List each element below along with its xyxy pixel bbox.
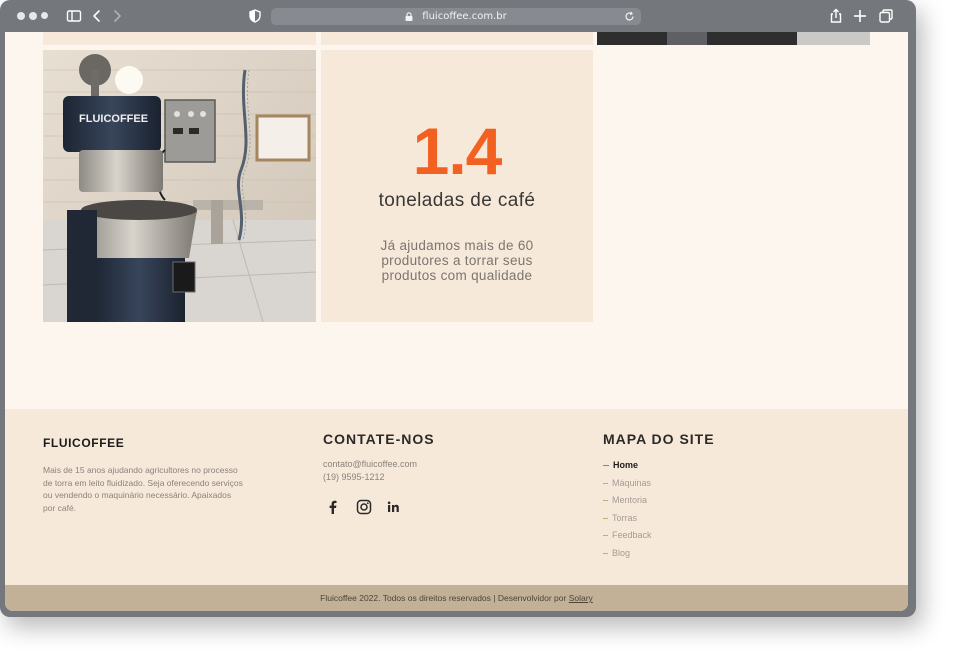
url-text: fluicoffee.com.br <box>422 11 507 22</box>
browser-window: fluicoffee.com.br FLUICOFFEE 1.4 tonelad… <box>0 0 916 617</box>
footer-logo[interactable]: FLUICOFFEE <box>43 436 124 450</box>
instagram-icon[interactable] <box>356 499 372 515</box>
linkedin-icon[interactable] <box>385 499 401 515</box>
copyright-text: Fluicoffee 2022. Todos os direitos reser… <box>320 593 567 603</box>
roaster-brand-text: FLUICOFFEE <box>79 113 148 125</box>
share-icon[interactable] <box>828 8 844 24</box>
page-content: FLUICOFFEE 1.4 toneladas de café Já ajud… <box>5 32 908 611</box>
sitemap-item-feedback[interactable]: Feedback <box>603 530 652 540</box>
previous-photo-edge <box>597 32 870 45</box>
previous-card-edge <box>321 32 593 45</box>
new-tab-icon[interactable] <box>852 8 868 24</box>
previous-card-edge <box>43 32 316 45</box>
sitemap-title: MAPA DO SITE <box>603 431 715 447</box>
developer-link[interactable]: Solary <box>569 593 593 603</box>
facebook-icon[interactable] <box>325 499 341 515</box>
sitemap-item-mentoria[interactable]: Mentoria <box>603 495 647 505</box>
lock-icon <box>405 12 413 21</box>
tab-overview-icon[interactable] <box>878 8 894 24</box>
sitemap-item-torras[interactable]: Torras <box>603 513 637 523</box>
contact-email[interactable]: contato@fluicoffee.com <box>323 459 417 469</box>
sitemap-item-home[interactable]: Home <box>603 460 638 470</box>
stat-card: 1.4 toneladas de café Já ajudamos mais d… <box>321 50 593 322</box>
back-icon[interactable] <box>89 8 105 24</box>
window-zoom-dot[interactable] <box>41 12 48 19</box>
footer-about-text: Mais de 15 anos ajudando agricultores no… <box>43 465 243 513</box>
roaster-photo: FLUICOFFEE <box>43 50 316 322</box>
sitemap-item-blog[interactable]: Blog <box>603 548 630 558</box>
privacy-shield-icon[interactable] <box>247 8 263 24</box>
contact-title: CONTATE-NOS <box>323 431 435 447</box>
site-footer: FLUICOFFEE Mais de 15 anos ajudando agri… <box>5 409 908 585</box>
reload-icon[interactable] <box>624 11 635 22</box>
contact-phone[interactable]: (19) 9595-1212 <box>323 472 385 482</box>
copyright-bar: Fluicoffee 2022. Todos os direitos reser… <box>5 585 908 611</box>
forward-icon[interactable] <box>109 8 125 24</box>
sidebar-icon[interactable] <box>66 8 82 24</box>
window-minimize-dot[interactable] <box>29 12 37 20</box>
stat-number: 1.4 <box>412 114 503 188</box>
stat-description: Já ajudamos mais de 60 produtores a torr… <box>380 238 534 283</box>
stat-label: toneladas de café <box>378 190 536 211</box>
address-bar[interactable]: fluicoffee.com.br <box>271 8 641 25</box>
browser-toolbar: fluicoffee.com.br <box>0 0 916 32</box>
sitemap-item-maquinas[interactable]: Máquinas <box>603 478 651 488</box>
window-close-dot[interactable] <box>17 12 25 20</box>
